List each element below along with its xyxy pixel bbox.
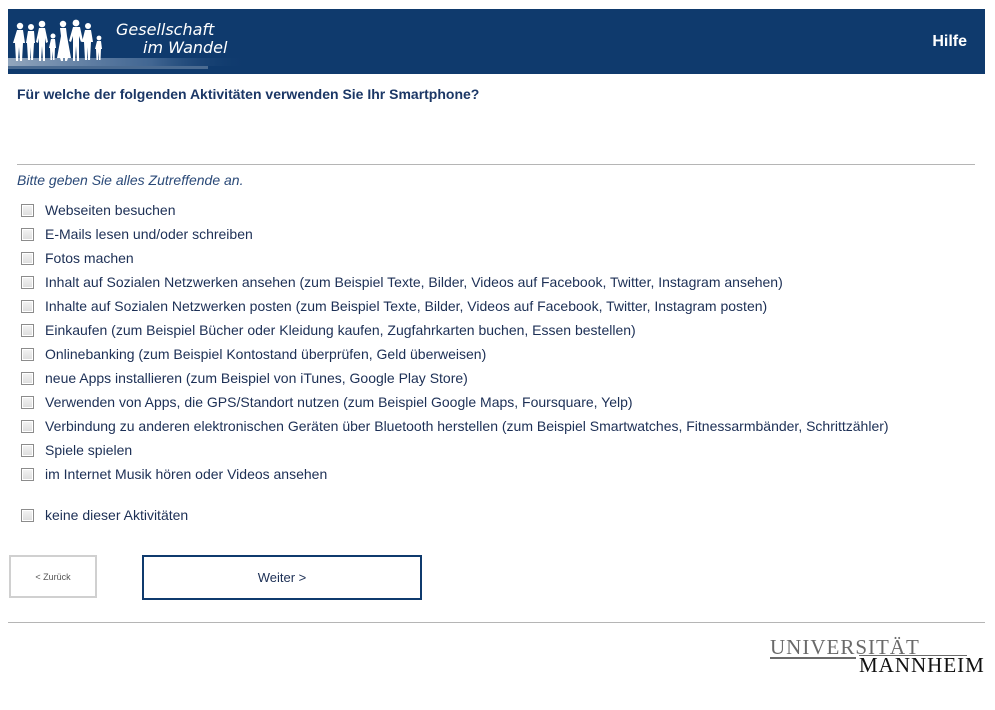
- option-bluetooth[interactable]: Verbindung zu anderen elektronischen Ger…: [21, 416, 889, 436]
- help-link[interactable]: Hilfe: [932, 33, 967, 51]
- option-gps-apps[interactable]: Verwenden von Apps, die GPS/Standort nut…: [21, 392, 633, 412]
- option-label[interactable]: keine dieser Aktivitäten: [45, 507, 188, 523]
- survey-logo: Gesellschaft im Wandel: [8, 9, 268, 74]
- option-label[interactable]: Verwenden von Apps, die GPS/Standort nut…: [45, 394, 633, 410]
- checkbox[interactable]: [21, 371, 34, 385]
- logo-bar: [770, 657, 856, 659]
- option-label[interactable]: Inhalte auf Sozialen Netzwerken posten (…: [45, 298, 767, 314]
- checkbox[interactable]: [21, 395, 34, 409]
- question-text: Für welche der folgenden Aktivitäten ver…: [17, 86, 480, 102]
- option-keine[interactable]: keine dieser Aktivitäten: [21, 505, 188, 525]
- logo-line-2: im Wandel: [143, 38, 228, 57]
- option-fotos[interactable]: Fotos machen: [21, 248, 134, 268]
- option-social-ansehen[interactable]: Inhalt auf Sozialen Netzwerken ansehen (…: [21, 272, 783, 292]
- option-musik-videos[interactable]: im Internet Musik hören oder Videos anse…: [21, 464, 327, 484]
- checkbox[interactable]: [21, 275, 34, 289]
- checkbox[interactable]: [21, 419, 34, 433]
- university-logo-line-2: MANNHEIM: [859, 653, 985, 677]
- option-apps-installieren[interactable]: neue Apps installieren (zum Beispiel von…: [21, 368, 468, 388]
- checkbox[interactable]: [21, 203, 34, 217]
- option-webseiten[interactable]: Webseiten besuchen: [21, 200, 176, 220]
- option-label[interactable]: Inhalt auf Sozialen Netzwerken ansehen (…: [45, 274, 783, 290]
- option-label[interactable]: Webseiten besuchen: [45, 202, 176, 218]
- next-button[interactable]: Weiter >: [142, 555, 422, 600]
- option-label[interactable]: neue Apps installieren (zum Beispiel von…: [45, 370, 468, 386]
- option-emails[interactable]: E-Mails lesen und/oder schreiben: [21, 224, 253, 244]
- option-label[interactable]: E-Mails lesen und/oder schreiben: [45, 226, 253, 242]
- checkbox[interactable]: [21, 251, 34, 265]
- option-label[interactable]: Verbindung zu anderen elektronischen Ger…: [45, 418, 889, 434]
- back-button[interactable]: < Zurück: [9, 555, 97, 598]
- option-social-posten[interactable]: Inhalte auf Sozialen Netzwerken posten (…: [21, 296, 767, 316]
- checkbox[interactable]: [21, 227, 34, 241]
- option-label[interactable]: Einkaufen (zum Beispiel Bücher oder Klei…: [45, 322, 636, 338]
- checkbox[interactable]: [21, 323, 34, 337]
- option-onlinebanking[interactable]: Onlinebanking (zum Beispiel Kontostand ü…: [21, 344, 486, 364]
- divider: [17, 164, 975, 165]
- footer-divider: [8, 622, 985, 623]
- checkbox[interactable]: [21, 347, 34, 361]
- survey-logo-text: Gesellschaft im Wandel: [116, 21, 227, 57]
- checkbox[interactable]: [21, 443, 34, 457]
- option-spiele[interactable]: Spiele spielen: [21, 440, 132, 460]
- option-label[interactable]: Fotos machen: [45, 250, 134, 266]
- instruction-text: Bitte geben Sie alles Zutreffende an.: [17, 172, 244, 188]
- logo-line-1: Gesellschaft: [116, 20, 215, 39]
- option-label[interactable]: Onlinebanking (zum Beispiel Kontostand ü…: [45, 346, 486, 362]
- option-label[interactable]: Spiele spielen: [45, 442, 132, 458]
- header-bar: Gesellschaft im Wandel Hilfe: [8, 9, 985, 74]
- option-einkaufen[interactable]: Einkaufen (zum Beispiel Bücher oder Klei…: [21, 320, 636, 340]
- university-logo: UNIVERSITÄT MANNHEIM: [770, 635, 984, 677]
- checkbox[interactable]: [21, 508, 34, 522]
- checkbox[interactable]: [21, 467, 34, 481]
- checkbox[interactable]: [21, 299, 34, 313]
- option-label[interactable]: im Internet Musik hören oder Videos anse…: [45, 466, 327, 482]
